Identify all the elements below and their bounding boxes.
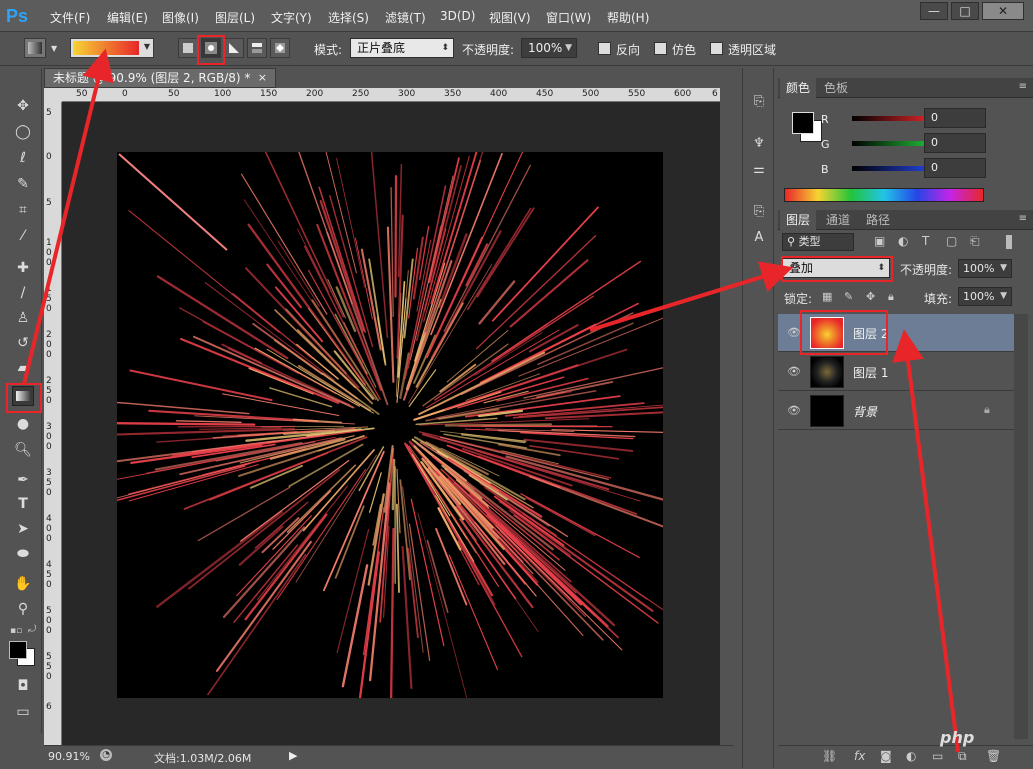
- watermark: php: [940, 728, 975, 747]
- annotation-arrows: [22, 48, 960, 753]
- arrow-to-blend-mode: [589, 261, 794, 332]
- arrow-to-layer-2: [892, 329, 960, 753]
- arrow-to-gradient-editor: [22, 48, 114, 385]
